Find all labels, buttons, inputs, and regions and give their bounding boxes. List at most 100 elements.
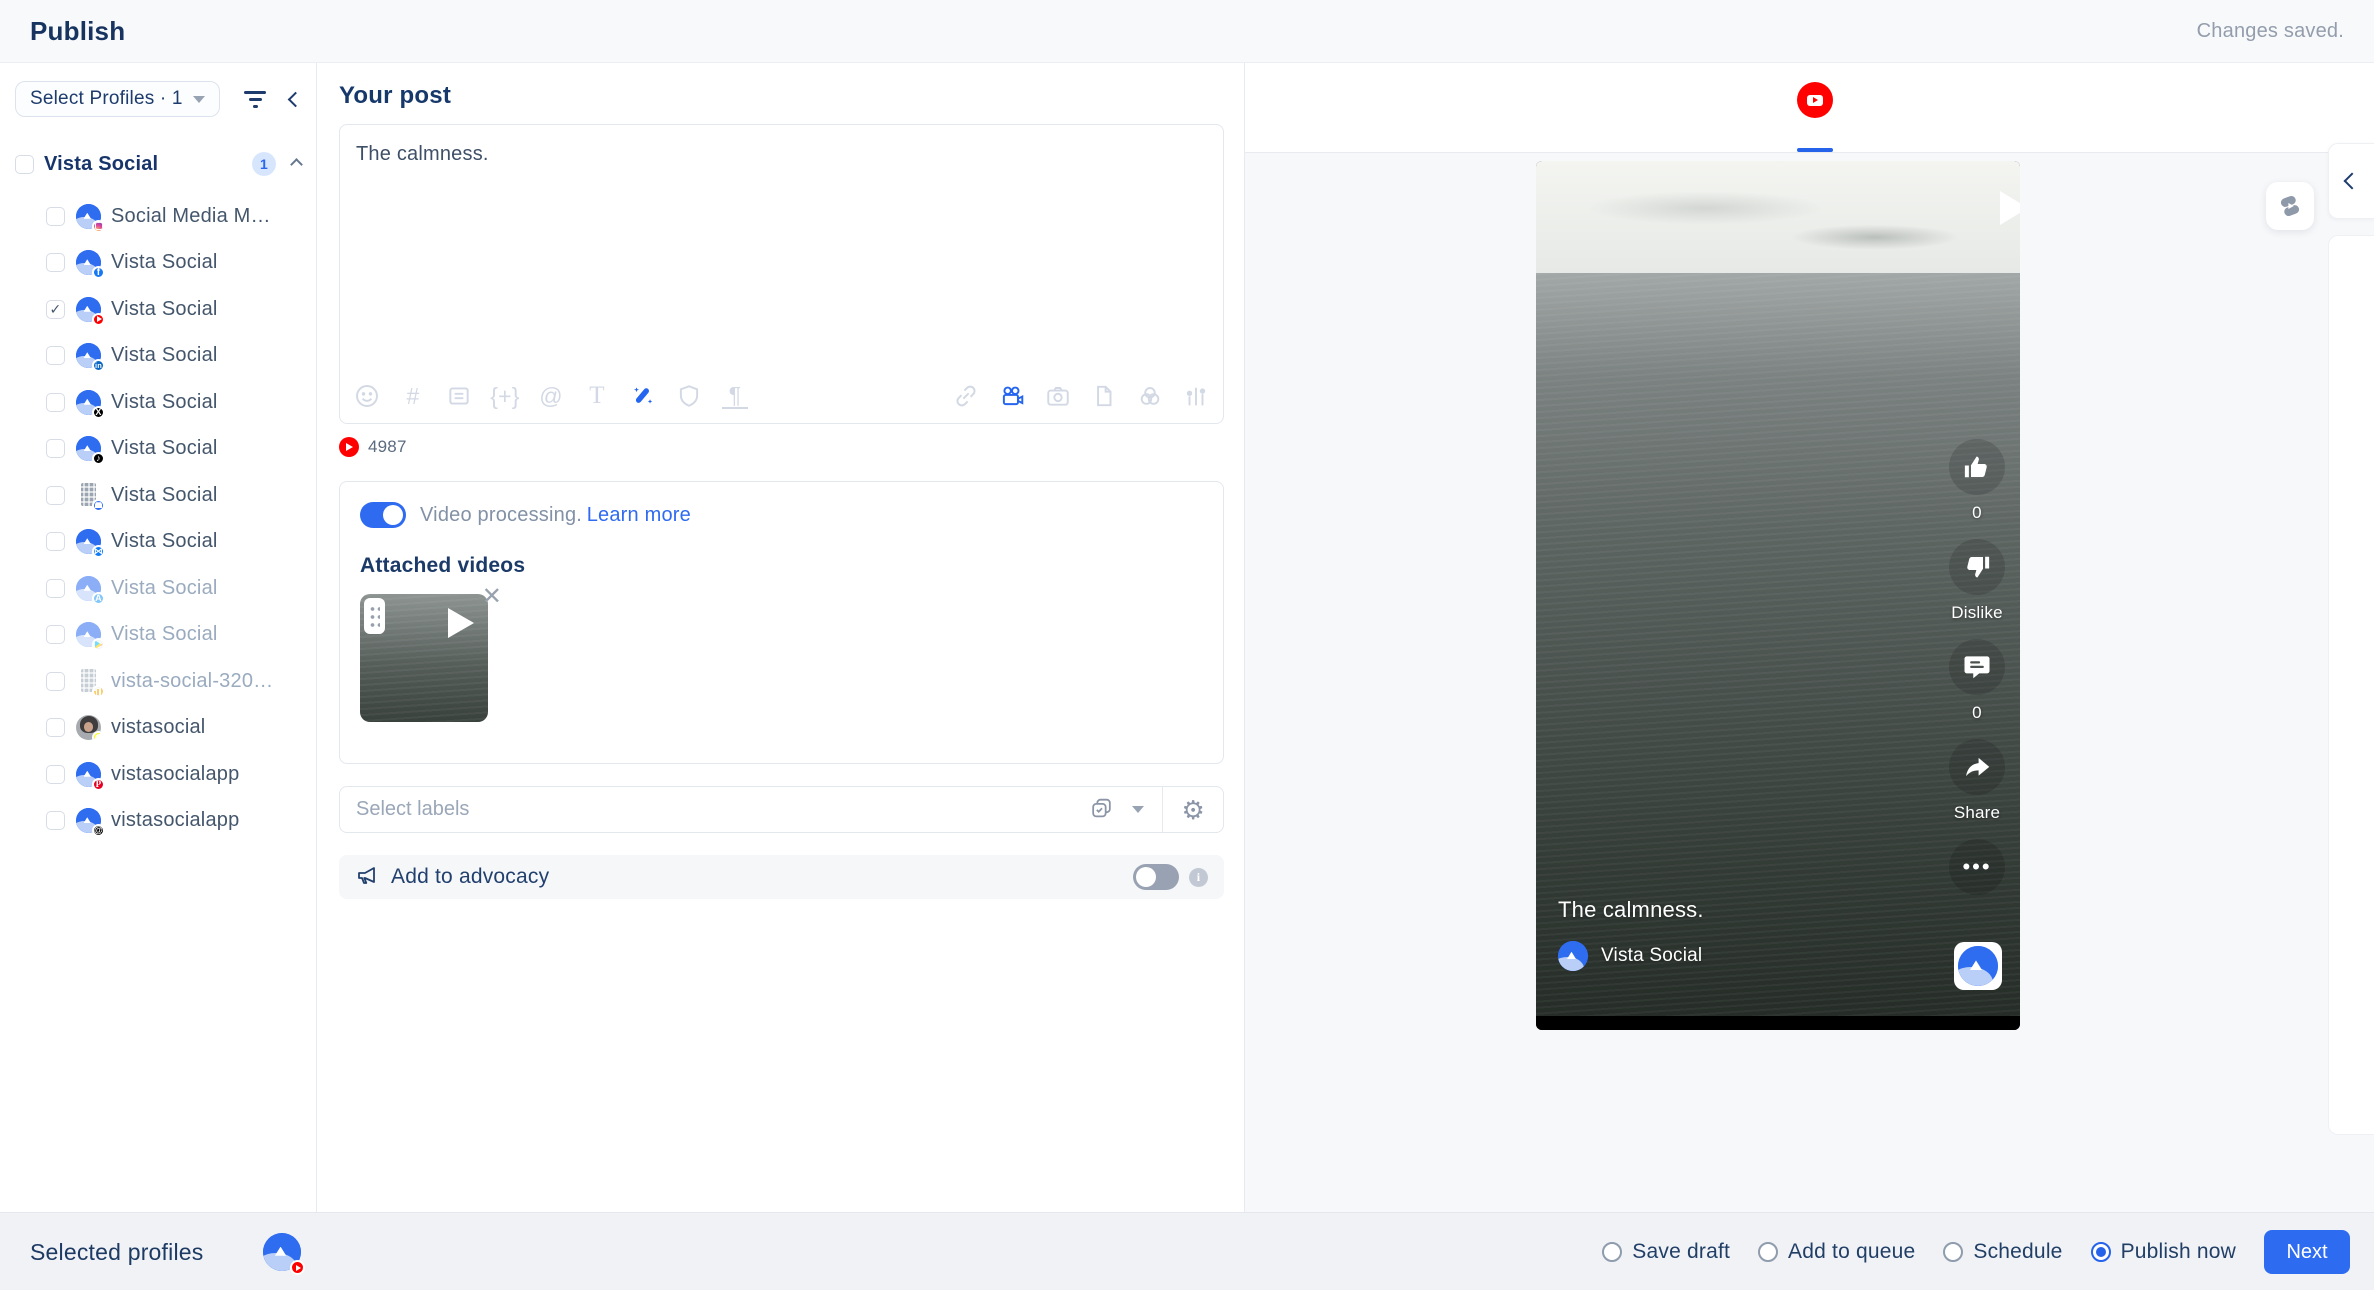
profile-name: vistasocialapp: [111, 809, 239, 832]
profile-checkbox[interactable]: [46, 579, 65, 598]
profile-checkbox[interactable]: [46, 811, 65, 830]
profile-row[interactable]: vista-social-320412: [0, 658, 316, 705]
profile-checkbox[interactable]: [46, 346, 65, 365]
profile-row[interactable]: Vista Social: [0, 472, 316, 519]
profile-row[interactable]: Vista Social: [0, 286, 316, 333]
dislike-button[interactable]: [1949, 539, 2005, 595]
select-labels-input[interactable]: [340, 798, 1089, 821]
profile-row[interactable]: vistasocial: [0, 705, 316, 752]
channel-avatar: [1558, 941, 1588, 971]
profile-row[interactable]: Vista Social: [0, 519, 316, 566]
profile-row[interactable]: Vista Social: [0, 565, 316, 612]
collapse-sidebar-chevron-icon[interactable]: [288, 91, 304, 107]
photo-camera-icon[interactable]: [1045, 383, 1071, 409]
pinterest-badge-icon: [92, 778, 105, 791]
advocacy-toggle[interactable]: [1133, 864, 1179, 890]
ai-wand-icon[interactable]: [630, 383, 656, 409]
video-processing-toggle[interactable]: [360, 502, 406, 528]
profile-checkbox[interactable]: [46, 765, 65, 784]
profile-row[interactable]: Vista Social: [0, 426, 316, 473]
group-checkbox[interactable]: [15, 155, 34, 174]
profile-checkbox[interactable]: [46, 532, 65, 551]
more-button[interactable]: •••: [1949, 839, 2005, 895]
poll-icon[interactable]: [1183, 383, 1209, 409]
apply-label-icon[interactable]: [1089, 795, 1114, 825]
link-icon[interactable]: [953, 383, 979, 409]
publish-option[interactable]: Schedule: [1943, 1240, 2062, 1264]
youtube-badge-icon: [92, 313, 105, 326]
profile-avatar: [76, 669, 101, 694]
shorts-format-button[interactable]: [2266, 182, 2314, 230]
profile-row[interactable]: Vista Social: [0, 379, 316, 426]
profile-row[interactable]: vistasocialapp: [0, 751, 316, 798]
selected-profile-avatar[interactable]: [263, 1233, 301, 1271]
emoji-icon[interactable]: [354, 383, 380, 409]
document-icon[interactable]: [1091, 383, 1117, 409]
mention-icon[interactable]: @: [538, 383, 564, 409]
profile-checkbox[interactable]: [46, 253, 65, 272]
next-button[interactable]: Next: [2264, 1230, 2350, 1274]
youtube-icon: [339, 437, 359, 457]
threads-badge-icon: [92, 824, 105, 837]
labels-caret-down-icon[interactable]: [1132, 806, 1144, 813]
share-button[interactable]: [1949, 739, 2005, 795]
save-status: Changes saved.: [2197, 20, 2344, 43]
radio-icon[interactable]: [1943, 1242, 1963, 1262]
labels-settings-gear-icon[interactable]: ⚙: [1163, 797, 1223, 823]
profile-checkbox[interactable]: [46, 393, 65, 412]
publish-option[interactable]: Add to queue: [1758, 1240, 1915, 1264]
filter-icon[interactable]: [244, 91, 266, 108]
publish-option[interactable]: Publish now: [2091, 1240, 2236, 1264]
remove-video-icon[interactable]: ✕: [482, 582, 502, 611]
learn-more-link[interactable]: Learn more: [587, 504, 691, 526]
profile-avatar: [76, 297, 101, 322]
comment-count: 0: [1946, 703, 2008, 723]
attached-video-item: ✕: [360, 594, 488, 722]
like-button[interactable]: [1949, 439, 2005, 495]
profile-checkbox[interactable]: [46, 207, 65, 226]
chevron-up-icon[interactable]: [290, 158, 303, 171]
profile-checkbox[interactable]: [46, 439, 65, 458]
profile-row[interactable]: Vista Social: [0, 333, 316, 380]
merge-fields-icon[interactable]: {+}: [492, 383, 518, 409]
saved-captions-icon[interactable]: [446, 383, 472, 409]
radio-icon[interactable]: [1602, 1242, 1622, 1262]
publish-option-label: Schedule: [1973, 1240, 2062, 1264]
post-composer[interactable]: The calmness. # {+} @ T ¶: [339, 124, 1224, 424]
play-icon[interactable]: [448, 608, 474, 638]
profile-checkbox[interactable]: [46, 300, 65, 319]
profile-row[interactable]: Social Media Managem...: [0, 193, 316, 240]
advocacy-label: Add to advocacy: [391, 865, 1133, 889]
profile-row[interactable]: Vista Social: [0, 612, 316, 659]
profile-checkbox[interactable]: [46, 718, 65, 737]
video-camera-icon[interactable]: [999, 383, 1025, 409]
shield-icon[interactable]: [676, 383, 702, 409]
paragraph-icon[interactable]: ¶: [722, 383, 748, 409]
text-style-icon[interactable]: T: [584, 383, 610, 409]
profile-row[interactable]: vistasocialapp: [0, 798, 316, 845]
google-business-badge-icon: [92, 499, 105, 512]
profile-checkbox[interactable]: [46, 672, 65, 691]
radio-icon[interactable]: [2091, 1242, 2111, 1262]
youtube-shorts-preview: 0 Dislike 0 Share ••• The calmness.: [1536, 161, 2020, 1030]
media-library-icon[interactable]: [1137, 383, 1163, 409]
profile-group-row[interactable]: Vista Social 1: [15, 147, 301, 181]
post-text[interactable]: The calmness.: [340, 125, 1223, 184]
hashtag-icon[interactable]: #: [400, 383, 426, 409]
profile-name: vistasocialapp: [111, 763, 239, 786]
drag-handle-icon[interactable]: [364, 598, 385, 634]
comment-button[interactable]: [1949, 639, 2005, 695]
publish-option[interactable]: Save draft: [1602, 1240, 1730, 1264]
shorts-channel-row[interactable]: Vista Social: [1558, 941, 1702, 971]
profile-checkbox[interactable]: [46, 625, 65, 644]
profile-avatar: [76, 529, 101, 554]
video-thumbnail[interactable]: [360, 594, 488, 722]
profile-name: Vista Social: [111, 391, 218, 414]
profile-row[interactable]: Vista Social: [0, 240, 316, 287]
video-play-icon[interactable]: [2000, 191, 2020, 225]
profile-checkbox[interactable]: [46, 486, 65, 505]
collapse-preview-button[interactable]: [2328, 143, 2374, 219]
radio-icon[interactable]: [1758, 1242, 1778, 1262]
youtube-preview-tab[interactable]: [1797, 82, 1833, 118]
select-profiles-dropdown[interactable]: Select Profiles · 1: [15, 81, 220, 117]
